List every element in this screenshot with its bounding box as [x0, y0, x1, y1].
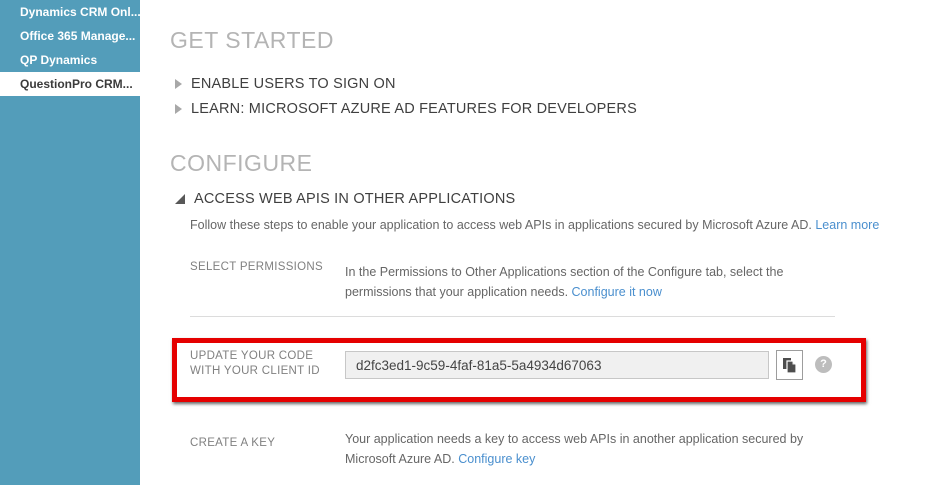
client-id-label: UPDATE YOUR CODE WITH YOUR CLIENT ID [190, 349, 340, 379]
azure-portal-page: Dynamics CRM Onl... Office 365 Manage...… [0, 0, 940, 487]
create-key-label: CREATE A KEY [190, 436, 340, 451]
section-enable-users-sign-on[interactable]: ENABLE USERS TO SIGN ON [175, 76, 396, 92]
section-title: ENABLE USERS TO SIGN ON [191, 76, 396, 92]
sidebar-item-questionpro-crm[interactable]: QuestionPro CRM... [0, 72, 140, 96]
copy-icon [782, 357, 797, 374]
select-permissions-label: SELECT PERMISSIONS [190, 260, 340, 275]
help-icon[interactable]: ? [815, 356, 832, 373]
app-configure-panel: GET STARTED ENABLE USERS TO SIGN ON LEAR… [140, 0, 940, 487]
access-web-apis-description: Follow these steps to enable your applic… [190, 215, 900, 235]
app-list-sidebar: Dynamics CRM Onl... Office 365 Manage...… [0, 0, 140, 485]
description-text: Your application needs a key to access w… [345, 432, 803, 466]
description-text: Follow these steps to enable your applic… [190, 218, 812, 232]
client-id-input[interactable] [345, 351, 769, 379]
triangle-expanded-icon [175, 194, 185, 204]
configure-it-now-link[interactable]: Configure it now [572, 285, 662, 299]
section-title: ACCESS WEB APIS IN OTHER APPLICATIONS [194, 191, 515, 207]
learn-more-link[interactable]: Learn more [815, 218, 879, 232]
sidebar-item-qp-dynamics[interactable]: QP Dynamics [0, 48, 140, 72]
get-started-heading: GET STARTED [170, 27, 334, 54]
select-permissions-description: In the Permissions to Other Applications… [345, 262, 825, 302]
row-divider [190, 316, 835, 317]
sidebar-item-dynamics-crm[interactable]: Dynamics CRM Onl... [0, 0, 140, 24]
configure-key-link[interactable]: Configure key [458, 452, 535, 466]
section-learn-azure-ad-features[interactable]: LEARN: MICROSOFT AZURE AD FEATURES FOR D… [175, 101, 637, 117]
sidebar-item-office-365[interactable]: Office 365 Manage... [0, 24, 140, 48]
chevron-right-icon [175, 79, 182, 89]
copy-client-id-button[interactable] [776, 350, 803, 380]
configure-heading: CONFIGURE [170, 150, 313, 177]
section-title: LEARN: MICROSOFT AZURE AD FEATURES FOR D… [191, 101, 637, 117]
section-access-web-apis[interactable]: ACCESS WEB APIS IN OTHER APPLICATIONS [175, 191, 515, 207]
chevron-right-icon [175, 104, 182, 114]
description-text: In the Permissions to Other Applications… [345, 265, 783, 299]
create-key-description: Your application needs a key to access w… [345, 429, 840, 469]
